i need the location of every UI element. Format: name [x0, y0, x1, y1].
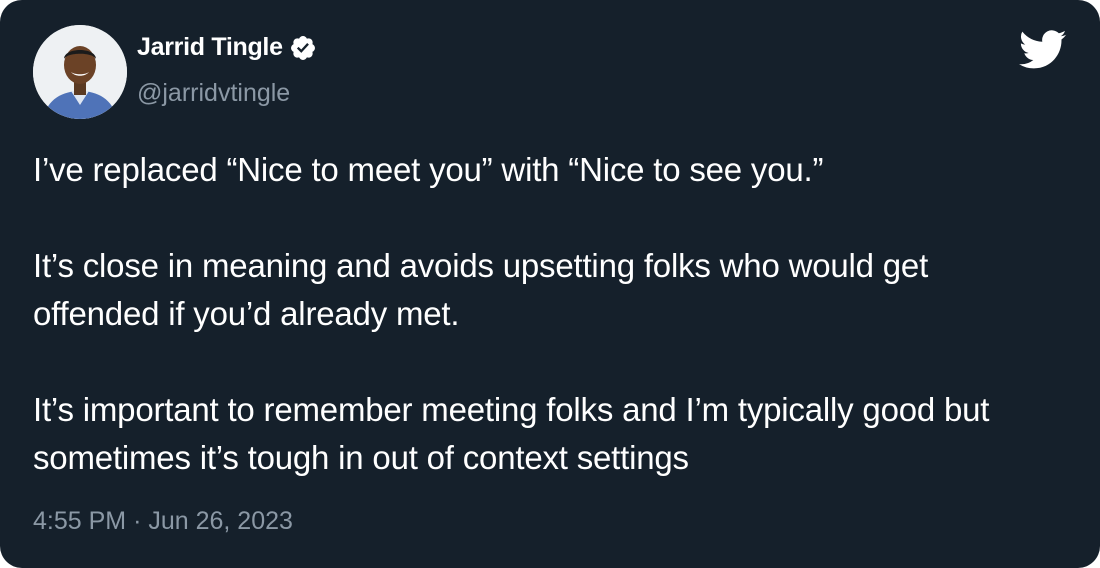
avatar[interactable]	[33, 25, 127, 119]
author-row: Jarrid Tingle	[137, 33, 317, 62]
meta-separator: ·	[133, 507, 142, 535]
tweet-paragraph: I’ve replaced “Nice to meet you” with “N…	[33, 151, 824, 188]
tweet-paragraph: It’s important to remember meeting folks…	[33, 391, 990, 476]
twitter-bird-icon[interactable]	[1018, 30, 1068, 70]
tweet-time: 4:55 PM	[33, 507, 127, 535]
profile-photo	[33, 25, 127, 119]
tweet-text: I’ve replaced “Nice to meet you” with “N…	[33, 146, 1073, 482]
tweet-date: Jun 26, 2023	[148, 507, 293, 535]
tweet-card: Jarrid Tingle @jarridvtingle I’ve replac…	[0, 0, 1100, 568]
author-handle[interactable]: @jarridvtingle	[137, 79, 290, 108]
tweet-paragraph: It’s close in meaning and avoids upsetti…	[33, 247, 929, 332]
verified-badge-icon	[289, 34, 317, 62]
tweet-timestamp[interactable]: 4:55 PM · Jun 26, 2023	[33, 507, 293, 536]
author-name[interactable]: Jarrid Tingle	[137, 33, 283, 62]
